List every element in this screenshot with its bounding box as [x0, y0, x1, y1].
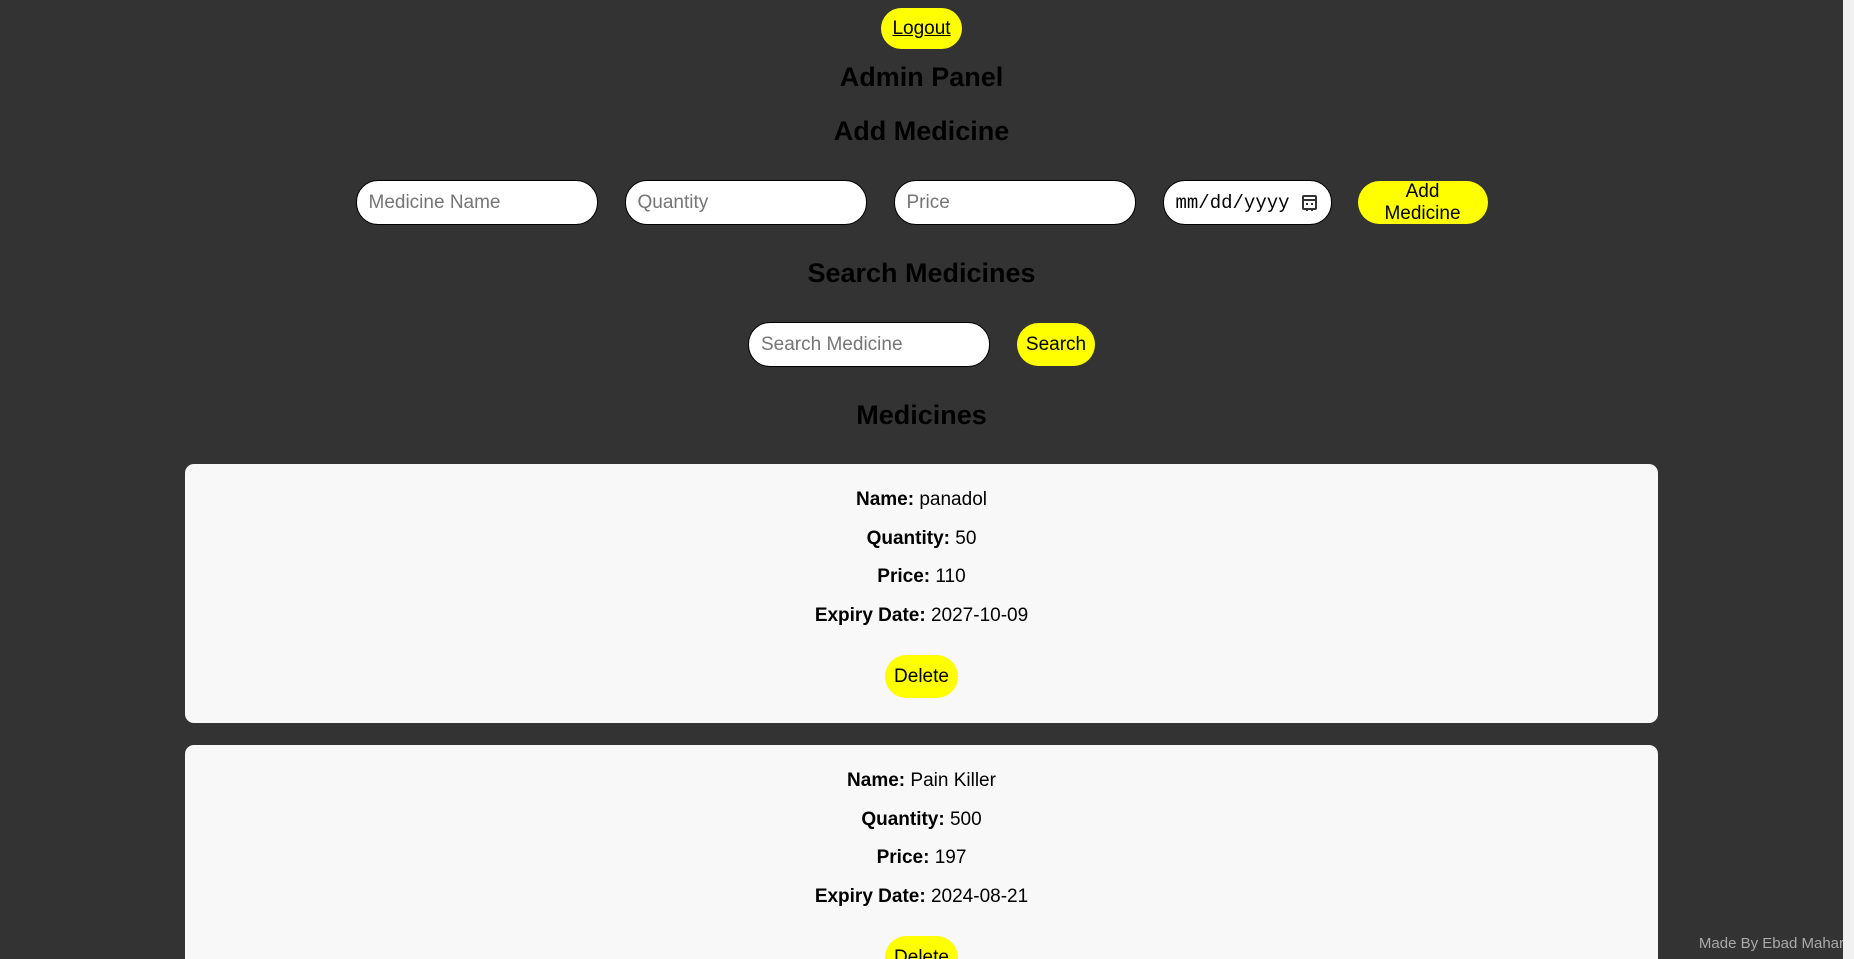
delete-button[interactable]: Delete [885, 936, 958, 959]
logout-button[interactable]: Logout [881, 8, 962, 49]
search-input[interactable] [748, 322, 990, 367]
medicine-name-input[interactable] [355, 180, 598, 225]
add-medicine-button[interactable]: Add Medicine [1357, 181, 1488, 224]
scrollbar[interactable] [1843, 0, 1854, 959]
expiry-date-input[interactable]: mm/dd/yyyy [1162, 180, 1332, 225]
page-title: Admin Panel [839, 62, 1004, 92]
medicine-price: Price: 197 [876, 847, 967, 868]
search-form: Search [0, 322, 1843, 367]
add-medicine-form: mm/dd/yyyy Add Medicine [0, 180, 1843, 225]
medicine-card: Name: Pain Killer Quantity: 500 Price: 1… [185, 745, 1658, 959]
calendar-icon[interactable] [1301, 195, 1317, 211]
medicine-expiry: Expiry Date: 2024-08-21 [814, 885, 1029, 907]
search-button[interactable]: Search [1017, 323, 1095, 366]
medicine-price: Price: 110 [877, 566, 966, 587]
medicine-expiry: Expiry Date: 2027-10-09 [814, 604, 1029, 626]
admin-page: Logout Admin Panel Add Medicine mm/dd/yy… [0, 0, 1854, 959]
medicine-name: Name: panadol [856, 489, 987, 510]
date-placeholder: mm/dd/yyyy [1175, 191, 1290, 214]
footer-credit: Made By Ebad Mahar [1698, 935, 1844, 952]
medicine-name: Name: Pain Killer [847, 770, 996, 791]
medicine-quantity: Quantity: 500 [861, 808, 982, 830]
add-medicine-heading: Add Medicine [833, 116, 1010, 146]
search-medicines-heading: Search Medicines [807, 258, 1036, 288]
quantity-input[interactable] [624, 180, 867, 225]
price-input[interactable] [893, 180, 1136, 225]
logout-wrap: Logout [0, 8, 1843, 49]
medicines-heading: Medicines [856, 400, 987, 430]
delete-button[interactable]: Delete [885, 655, 958, 698]
medicine-quantity: Quantity: 50 [866, 527, 977, 549]
medicine-card: Name: panadol Quantity: 50 Price: 110 Ex… [185, 464, 1658, 723]
